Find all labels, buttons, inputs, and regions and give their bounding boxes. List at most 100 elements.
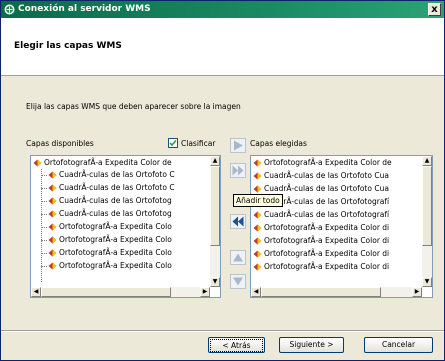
list-item-label: OrtofotografÃ-a Expedita Color de [44, 158, 172, 167]
list-item[interactable]: CuadrÃ-culas de las Ortofoto C [48, 169, 208, 181]
instructions-text: Elija las capas WMS que deben aparecer s… [26, 102, 241, 111]
list-item-label: OrtofotografÃ-a Expedita Colo [59, 248, 172, 257]
list-item-label: OrtofotografÃ-a Expedita Color di [264, 262, 390, 271]
layer-icon [253, 185, 262, 193]
tooltip: Añadir todo [233, 194, 283, 207]
tree-guide [41, 175, 47, 176]
available-layers-label: Capas disponibles [26, 139, 94, 148]
scroll-down-button[interactable]: ▼ [422, 277, 432, 287]
footer-separator [1, 330, 444, 332]
scroll-left-button[interactable]: ◀ [251, 287, 261, 297]
double-arrow-left-icon [232, 216, 244, 227]
layer-icon [253, 224, 262, 232]
scroll-thumb[interactable] [210, 166, 220, 246]
vertical-scrollbar[interactable]: ▲ ▼ [210, 156, 220, 287]
list-item-label: CuadrÃ-culas de las Ortofoto C [59, 183, 175, 192]
list-item[interactable]: OrtofotografÃ-a Expedita Color de [33, 157, 209, 169]
scroll-left-button[interactable]: ◀ [31, 287, 41, 297]
list-item-label: CuadrÃ-culas de las Ortofoto Cua [264, 184, 389, 193]
list-item[interactable]: OrtofotografÃ-a Expedita Colo [48, 234, 208, 246]
tree-guide [41, 253, 47, 254]
scroll-right-button[interactable]: ▶ [412, 287, 422, 297]
layer-icon [48, 262, 57, 270]
wizard-header: Elegir las capas WMS [1, 18, 444, 76]
checkmark-icon [169, 140, 177, 147]
layer-icon [48, 184, 57, 192]
layer-icon [48, 249, 57, 257]
available-layers-list[interactable]: OrtofotografÃ-a Expedita Color de CuadrÃ… [30, 155, 221, 298]
sort-checkbox[interactable] [168, 138, 178, 148]
list-item-label: OrtofotografÃ-a Expedita Color di [264, 223, 390, 232]
list-item[interactable]: CuadrÃ-culas de las Ortofotog [48, 195, 208, 207]
list-item[interactable]: OrtofotografÃ-a Expedita Color di [253, 261, 423, 273]
horizontal-scrollbar[interactable]: ◀ ▶ [251, 287, 422, 297]
scroll-down-button[interactable]: ▼ [210, 277, 220, 287]
scroll-up-button[interactable]: ▲ [422, 156, 432, 166]
tree-guide [41, 240, 47, 241]
horizontal-scrollbar[interactable]: ◀ ▶ [31, 287, 210, 297]
scroll-right-button[interactable]: ▶ [200, 287, 210, 297]
window-title: Conexión al servidor WMS [18, 4, 151, 14]
close-button[interactable]: x [428, 3, 441, 16]
list-item[interactable]: OrtofotografÃ-a Expedita Color di [253, 222, 423, 234]
layer-icon [48, 171, 57, 179]
layer-icon [253, 159, 262, 167]
list-item-label: OrtofotografÃ-a Expedita Color de [264, 158, 392, 167]
selected-layers-label: Capas elegidas [250, 139, 307, 148]
app-icon [4, 4, 15, 15]
scroll-up-button[interactable]: ▲ [210, 156, 220, 166]
wms-dialog: Conexión al servidor WMS x Elegir las ca… [0, 0, 445, 361]
list-item-label: CuadrÃ-culas de las Ortofotog [59, 209, 172, 218]
list-item-label: CuadrÃ-culas de las Ortofoto Cua [264, 171, 389, 180]
remove-all-button[interactable] [230, 214, 246, 229]
layer-icon [253, 172, 262, 180]
list-item[interactable]: CuadrÃ-culas de las Ortofoto C [48, 182, 208, 194]
tree-guide [41, 266, 47, 267]
scroll-thumb[interactable] [41, 287, 171, 297]
layer-icon [253, 250, 262, 258]
list-item[interactable]: CuadrÃ-culas de las Ortofotografí [253, 209, 423, 221]
move-up-button[interactable] [230, 250, 246, 265]
title-bar[interactable]: Conexión al servidor WMS x [1, 1, 444, 18]
tree-guide [41, 214, 47, 215]
add-all-button[interactable] [230, 163, 246, 178]
move-down-button[interactable] [230, 274, 246, 289]
layer-icon [33, 159, 42, 167]
add-button[interactable] [230, 138, 246, 153]
layer-icon [253, 263, 262, 271]
list-item[interactable]: CuadrÃ-culas de las Ortofoto Cua [253, 170, 423, 182]
arrow-down-icon [233, 277, 243, 286]
cancel-button[interactable]: Cancelar [364, 337, 433, 353]
arrow-right-icon [234, 140, 243, 151]
layer-icon [253, 237, 262, 245]
list-item-label: CuadrÃ-culas de las Ortofoto C [59, 170, 175, 179]
list-item[interactable]: OrtofotografÃ-a Expedita Colo [48, 247, 208, 259]
tree-guide [41, 201, 47, 202]
tree-guide [41, 227, 47, 228]
list-item[interactable]: OrtofotografÃ-a Expedita Color di [253, 248, 423, 260]
list-item[interactable]: OrtofotografÃ-a Expedita Color de [253, 157, 423, 169]
list-item[interactable]: CuadrÃ-culas de las Ortofotog [48, 208, 208, 220]
vertical-scrollbar[interactable]: ▲ ▼ [422, 156, 432, 287]
list-item-label: CuadrÃ-culas de las Ortofotografí [264, 197, 390, 206]
page-title: Elegir las capas WMS [14, 41, 122, 51]
arrow-up-icon [233, 253, 243, 262]
next-button[interactable]: Siguiente > [279, 337, 344, 353]
back-button[interactable]: < Atrás [208, 337, 265, 353]
list-item-label: OrtofotografÃ-a Expedita Colo [59, 235, 172, 244]
selected-layers-list[interactable]: OrtofotografÃ-a Expedita Color de CuadrÃ… [250, 155, 433, 298]
list-item-label: OrtofotografÃ-a Expedita Color di [264, 249, 390, 258]
tree-guide [41, 188, 47, 189]
list-item-label: CuadrÃ-culas de las Ortofotografí [264, 210, 390, 219]
back-button-label: < Atrás [210, 339, 263, 352]
double-arrow-right-icon [232, 165, 244, 176]
scroll-thumb[interactable] [261, 287, 381, 297]
list-item-label: OrtofotografÃ-a Expedita Color di [264, 236, 390, 245]
layer-icon [48, 210, 57, 218]
list-item-label: OrtofotografÃ-a Expedita Colo [59, 261, 172, 270]
list-item[interactable]: OrtofotografÃ-a Expedita Color di [253, 235, 423, 247]
sort-checkbox-label[interactable]: Clasificar [181, 139, 215, 148]
list-item[interactable]: OrtofotografÃ-a Expedita Colo [48, 260, 208, 272]
scroll-thumb[interactable] [422, 166, 432, 246]
list-item[interactable]: OrtofotografÃ-a Expedita Colo [48, 221, 208, 233]
